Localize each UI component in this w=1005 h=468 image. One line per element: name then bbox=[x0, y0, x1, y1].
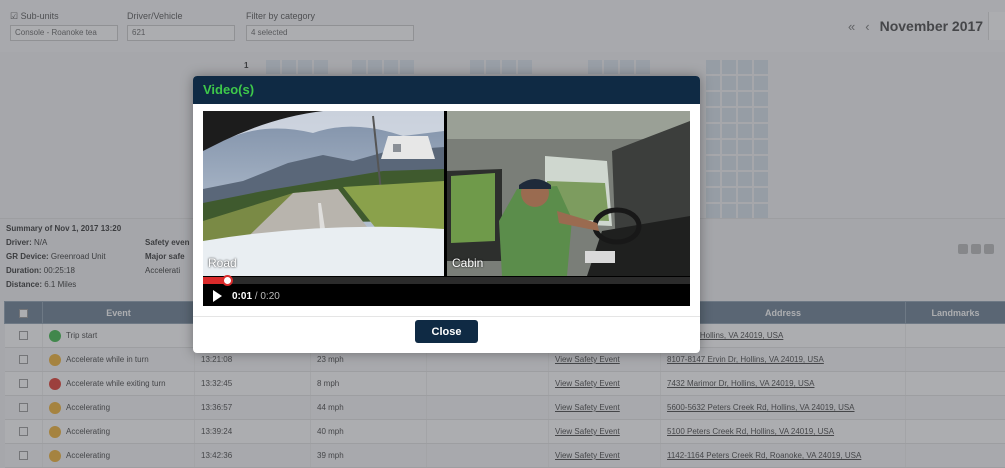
play-icon[interactable] bbox=[213, 290, 222, 302]
modal-header: Video(s) bbox=[193, 76, 700, 104]
video-scrubber-handle[interactable] bbox=[222, 275, 234, 286]
video-time: 0:01 / 0:20 bbox=[232, 291, 280, 302]
cabin-camera-label: Cabin bbox=[452, 256, 484, 270]
close-button[interactable]: Close bbox=[415, 320, 478, 343]
video-player[interactable]: Road Cabin 0:01 / 0:20 bbox=[203, 111, 690, 306]
road-camera-view[interactable]: Road bbox=[203, 111, 444, 276]
cabin-camera-image bbox=[447, 111, 690, 276]
video-modal: Video(s) Road Cabin 0:01 / 0:20 Close bbox=[193, 76, 700, 353]
video-controls: 0:01 / 0:20 bbox=[203, 286, 690, 306]
cabin-camera-view[interactable]: Cabin bbox=[447, 111, 690, 276]
road-camera-image bbox=[203, 111, 444, 276]
modal-title: Video(s) bbox=[203, 82, 255, 97]
duration-time: / 0:20 bbox=[254, 290, 280, 302]
current-time: 0:01 bbox=[232, 290, 253, 302]
road-camera-label: Road bbox=[208, 256, 237, 270]
video-progress-bar[interactable] bbox=[203, 275, 690, 286]
modal-footer-divider bbox=[193, 316, 700, 317]
